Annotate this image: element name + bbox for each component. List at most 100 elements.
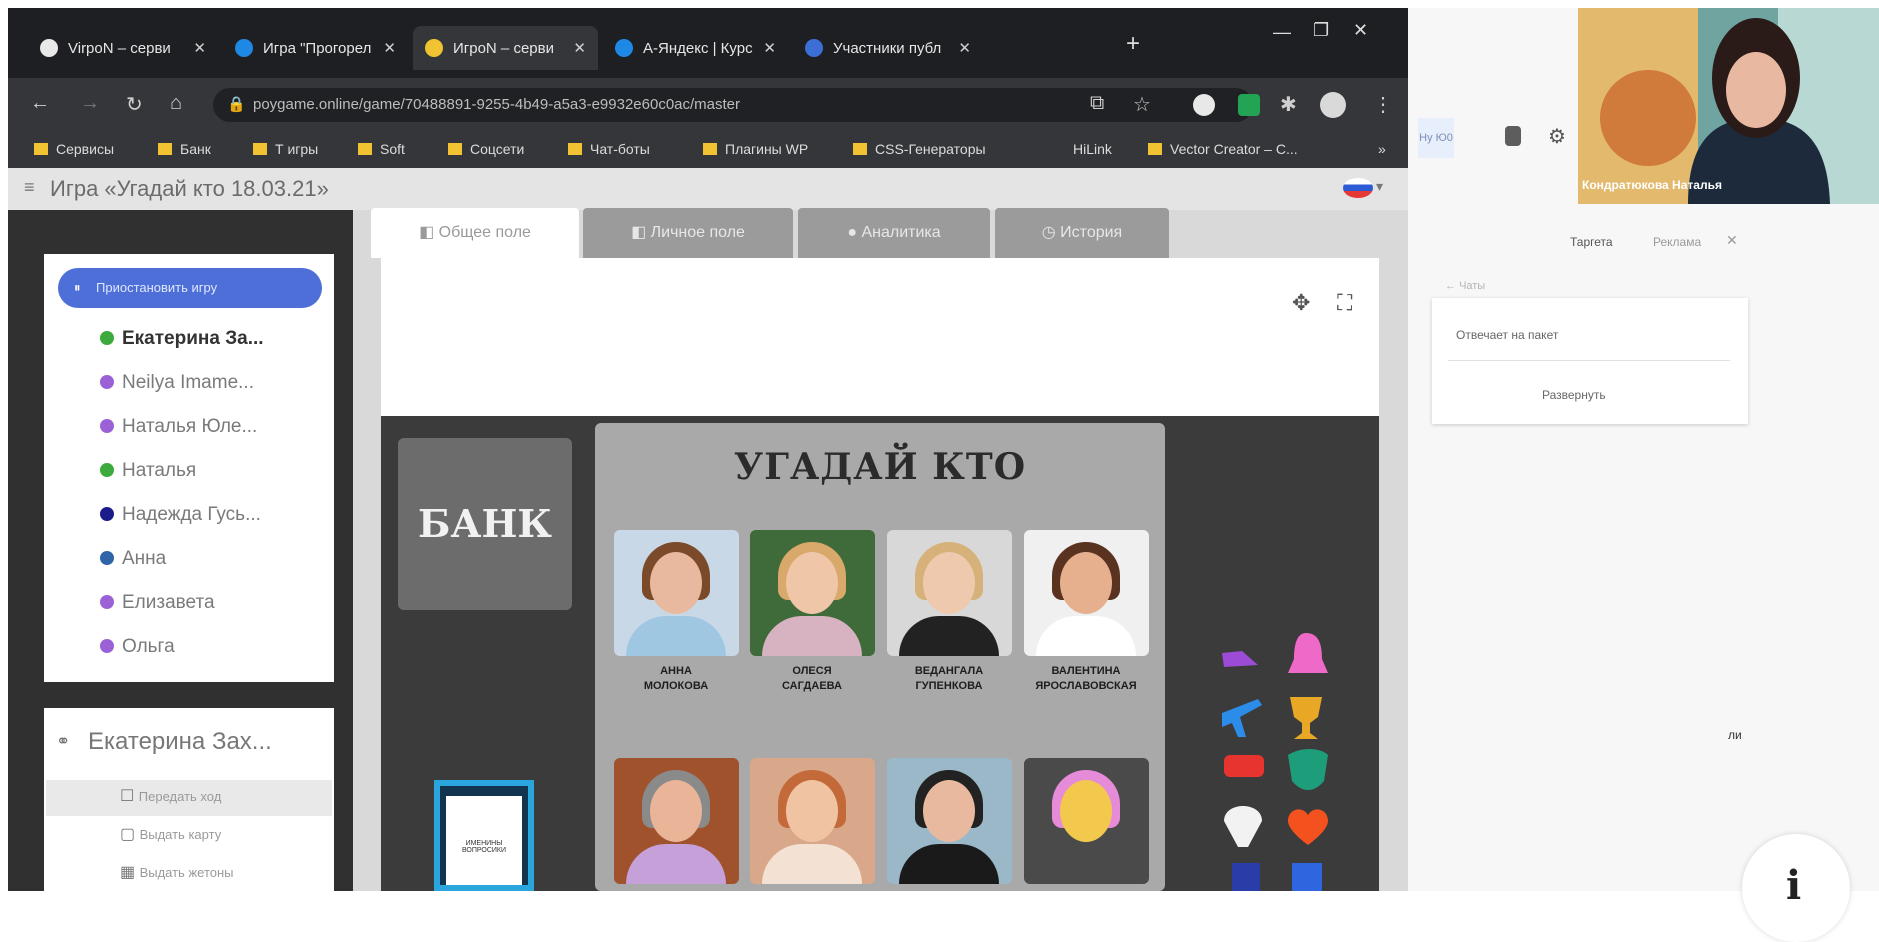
- spinning-top-icon[interactable]: [1224, 806, 1262, 847]
- tab-close-icon[interactable]: ✕: [958, 39, 971, 57]
- player-item[interactable]: Ольга: [100, 636, 175, 662]
- glove-icon[interactable]: [1232, 863, 1260, 891]
- couch-icon[interactable]: [1224, 755, 1264, 777]
- home-icon[interactable]: ⌂: [170, 92, 182, 115]
- player-status-dot: [100, 463, 114, 477]
- photo-body: [899, 844, 999, 884]
- translate-icon[interactable]: ⧉: [1090, 92, 1104, 115]
- bookmark-item[interactable]: Чат-боты: [568, 141, 650, 157]
- chevron-down-icon[interactable]: ▾: [1376, 178, 1383, 195]
- bookmark-label: Соцсети: [470, 141, 525, 157]
- bookmark-star-icon[interactable]: ☆: [1133, 92, 1151, 117]
- player-action-item[interactable]: ▢ Выдать карту: [120, 824, 221, 844]
- new-tab-button[interactable]: +: [1126, 30, 1140, 58]
- player-item[interactable]: Елизавета: [100, 592, 215, 618]
- browser-tab-1[interactable]: Игра "Прогорел ✕: [223, 26, 408, 70]
- folder-icon: [358, 143, 372, 155]
- mic-icon[interactable]: [1505, 126, 1521, 146]
- tab-2[interactable]: ● Аналитика: [798, 208, 990, 258]
- photo-face: [786, 780, 838, 842]
- menu-icon[interactable]: ≡: [24, 177, 35, 198]
- player-photo[interactable]: [1024, 758, 1149, 884]
- puzzle-icon[interactable]: ✱: [1280, 92, 1297, 117]
- bookmark-item[interactable]: Соцсети: [448, 141, 524, 157]
- player-photo[interactable]: [614, 530, 739, 656]
- player-name: Елизавета: [122, 592, 215, 613]
- browser-tab-3[interactable]: A-Яндекс | Курс ✕: [603, 26, 788, 70]
- extension-icon[interactable]: [1193, 94, 1215, 116]
- bank-deck[interactable]: БАНК: [398, 438, 572, 610]
- bookmark-item[interactable]: Т игры: [253, 141, 318, 157]
- browser-tab-2[interactable]: ИгроN – серви ✕: [413, 26, 598, 70]
- player-photo[interactable]: [887, 758, 1012, 884]
- player-item[interactable]: Наталья Юле...: [100, 416, 257, 442]
- tab-icon: ●: [847, 224, 862, 241]
- masks-icon[interactable]: [1288, 749, 1328, 790]
- player-item[interactable]: Надежда Гусь...: [100, 504, 261, 530]
- player-item[interactable]: Екатерина За...: [100, 328, 264, 354]
- tab-3[interactable]: ◷ История: [995, 208, 1169, 258]
- card-image[interactable]: ИМЕНИНЫ ВОПРОСИКИ: [434, 780, 534, 891]
- player-action-item[interactable]: ▦ Выдать жетоны: [120, 862, 234, 882]
- player-photo[interactable]: [750, 530, 875, 656]
- window-close-button[interactable]: ✕: [1353, 20, 1368, 41]
- player-item[interactable]: Neilya Imame...: [100, 372, 254, 398]
- profile-avatar[interactable]: [1320, 92, 1346, 118]
- search-field[interactable]: Ну Ю0: [1418, 118, 1454, 158]
- player-action-item[interactable]: ☐ Передать ход: [120, 786, 221, 806]
- player-item[interactable]: Наталья: [100, 460, 196, 486]
- player-item[interactable]: Анна: [100, 548, 166, 574]
- info-bubble[interactable]: i: [1742, 834, 1850, 942]
- tab-0[interactable]: ◧ Общее поле: [371, 208, 579, 258]
- popup-divider: [1448, 360, 1730, 361]
- player-photo[interactable]: [614, 758, 739, 884]
- tab-icon: ◧: [419, 224, 439, 241]
- settings-icon[interactable]: ⚙: [1548, 124, 1566, 149]
- bookmark-label: Сервисы: [56, 141, 115, 157]
- ru-flag-icon[interactable]: [1343, 178, 1373, 198]
- heart-icon[interactable]: [1288, 809, 1328, 845]
- tab-close-icon[interactable]: ✕: [383, 39, 396, 57]
- move-icon[interactable]: ✥: [1292, 290, 1310, 316]
- minimize-button[interactable]: —: [1273, 22, 1291, 43]
- back-arrow-icon[interactable]: ←: [30, 92, 50, 115]
- bookmark-item[interactable]: Сервисы: [34, 141, 114, 157]
- tab-close-icon[interactable]: ✕: [573, 39, 586, 57]
- bookmarks-more-button[interactable]: »: [1378, 141, 1386, 157]
- shoe-icon[interactable]: [1222, 651, 1258, 667]
- chat-tab-reklama[interactable]: Реклама: [1653, 235, 1701, 249]
- info-icon: i: [1786, 862, 1802, 909]
- browser-tab-4[interactable]: Участники публ ✕: [793, 26, 983, 70]
- player-name: Надежда Гусь...: [122, 504, 261, 525]
- bookmark-item[interactable]: Soft: [358, 141, 405, 157]
- pause-game-button[interactable]: ⏸ Приостановить игру: [58, 268, 322, 308]
- tab-close-icon[interactable]: ✕: [193, 39, 206, 57]
- chat-tab-targeta[interactable]: Таргета: [1570, 235, 1613, 249]
- bookmark-item[interactable]: CSS-Генераторы: [853, 141, 986, 157]
- trophy-icon[interactable]: [1290, 697, 1322, 739]
- photo-face: [923, 780, 975, 842]
- player-photo[interactable]: [887, 530, 1012, 656]
- bookmark-item[interactable]: Плагины WP: [703, 141, 808, 157]
- extension-green-icon[interactable]: [1238, 94, 1260, 116]
- menu-kebab-icon[interactable]: ⋮: [1373, 92, 1393, 117]
- tab-1[interactable]: ◧ Личное поле: [583, 208, 793, 258]
- airplane-icon[interactable]: [1222, 699, 1262, 737]
- player-photo[interactable]: [750, 758, 875, 884]
- folder-icon: [448, 143, 462, 155]
- bookmark-item[interactable]: Банк: [158, 141, 211, 157]
- close-icon[interactable]: ✕: [1726, 232, 1738, 249]
- chat-dropdown[interactable]: ← Чаты: [1445, 280, 1485, 292]
- expand-button[interactable]: Развернуть: [1542, 388, 1606, 402]
- fist-icon[interactable]: [1292, 863, 1322, 891]
- tab-close-icon[interactable]: ✕: [763, 39, 776, 57]
- browser-tab-0[interactable]: VirpoN – серви ✕: [28, 26, 218, 70]
- player-photo[interactable]: [1024, 530, 1149, 656]
- reload-icon[interactable]: ↻: [126, 92, 143, 117]
- forward-arrow-icon[interactable]: →: [80, 92, 100, 115]
- bookmark-item[interactable]: HiLink: [1073, 141, 1112, 157]
- maximize-button[interactable]: ❐: [1313, 20, 1329, 41]
- bell-icon[interactable]: [1288, 633, 1328, 673]
- bookmark-item[interactable]: Vector Creator – C...: [1148, 141, 1298, 157]
- fullscreen-icon[interactable]: ⛶: [1337, 290, 1352, 316]
